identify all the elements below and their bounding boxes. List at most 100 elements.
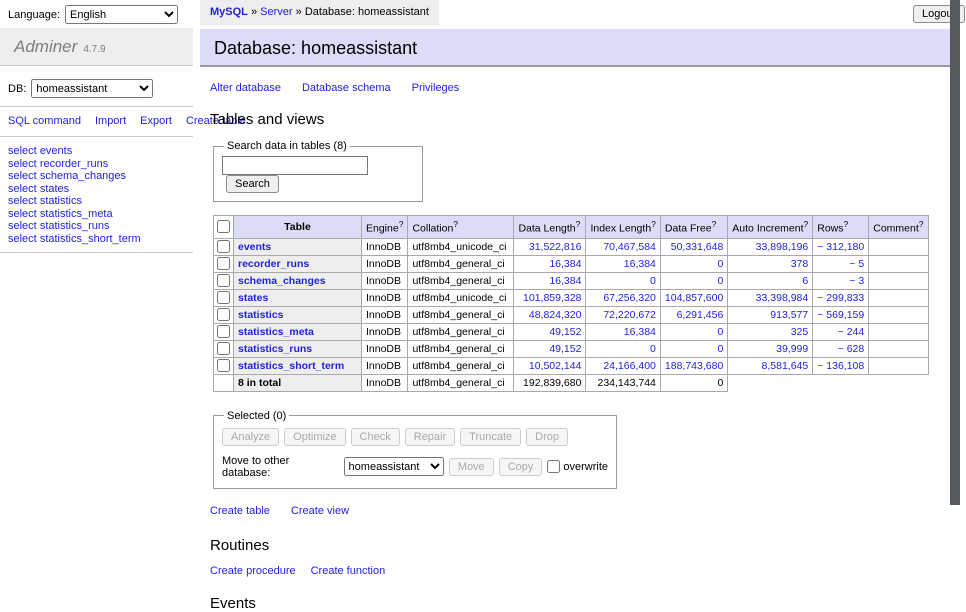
help-icon[interactable]: ? bbox=[712, 219, 717, 229]
help-icon[interactable]: ? bbox=[844, 219, 849, 229]
select-link-statistics-meta[interactable]: select bbox=[8, 208, 37, 220]
table-name-link-recorder-runs[interactable]: recorder_runs bbox=[238, 258, 309, 270]
row-checkbox[interactable] bbox=[217, 342, 230, 355]
index-length-link[interactable]: 67,256,320 bbox=[603, 292, 656, 304]
table-link-schema-changes[interactable]: schema_changes bbox=[40, 170, 126, 182]
move-db-select[interactable]: homeassistant bbox=[344, 457, 444, 476]
row-checkbox[interactable] bbox=[217, 325, 230, 338]
truncate-button[interactable]: Truncate bbox=[460, 428, 521, 446]
search-button[interactable]: Search bbox=[226, 175, 279, 193]
row-checkbox[interactable] bbox=[217, 359, 230, 372]
overwrite-checkbox[interactable] bbox=[547, 460, 560, 473]
data-length-link[interactable]: 16,384 bbox=[549, 258, 581, 270]
help-icon[interactable]: ? bbox=[576, 219, 581, 229]
data-length-link[interactable]: 16,384 bbox=[549, 275, 581, 287]
rows-link[interactable]: ~ 569,159 bbox=[817, 309, 864, 321]
help-icon[interactable]: ? bbox=[919, 219, 924, 229]
data-free-link[interactable]: 6,291,456 bbox=[677, 309, 724, 321]
create-view-link[interactable]: Create view bbox=[291, 505, 349, 517]
row-checkbox[interactable] bbox=[217, 308, 230, 321]
data-length-link[interactable]: 31,522,816 bbox=[529, 241, 582, 253]
repair-button[interactable]: Repair bbox=[405, 428, 455, 446]
row-checkbox[interactable] bbox=[217, 291, 230, 304]
language-select[interactable]: English bbox=[65, 5, 178, 24]
breadcrumb-server-link[interactable]: Server bbox=[260, 6, 292, 18]
create-procedure-link[interactable]: Create procedure bbox=[210, 565, 296, 577]
row-checkbox[interactable] bbox=[217, 240, 230, 253]
drop-button[interactable]: Drop bbox=[526, 428, 568, 446]
index-length-link[interactable]: 16,384 bbox=[624, 326, 656, 338]
auto-increment-link[interactable]: 33,898,196 bbox=[756, 241, 809, 253]
rows-link[interactable]: ~ 5 bbox=[849, 258, 864, 270]
auto-increment-link[interactable]: 33,398,984 bbox=[756, 292, 809, 304]
alter-database-link[interactable]: Alter database bbox=[210, 82, 281, 94]
table-name-link-statistics-short-term[interactable]: statistics_short_term bbox=[238, 360, 344, 372]
table-link-statistics[interactable]: statistics bbox=[40, 195, 82, 207]
row-checkbox[interactable] bbox=[217, 274, 230, 287]
select-link-schema-changes[interactable]: select bbox=[8, 170, 37, 182]
data-free-link[interactable]: 0 bbox=[717, 343, 723, 355]
rows-link[interactable]: ~ 244 bbox=[838, 326, 865, 338]
select-link-statistics-runs[interactable]: select bbox=[8, 220, 37, 232]
table-name-link-statistics-meta[interactable]: statistics_meta bbox=[238, 326, 314, 338]
optimize-button[interactable]: Optimize bbox=[284, 428, 345, 446]
analyze-button[interactable]: Analyze bbox=[222, 428, 279, 446]
create-table-link[interactable]: Create table bbox=[210, 505, 270, 517]
data-free-link[interactable]: 0 bbox=[717, 326, 723, 338]
index-length-link[interactable]: 0 bbox=[650, 343, 656, 355]
table-link-statistics-runs[interactable]: statistics_runs bbox=[40, 220, 110, 232]
help-icon[interactable]: ? bbox=[651, 219, 656, 229]
table-name-link-schema-changes[interactable]: schema_changes bbox=[238, 275, 326, 287]
auto-increment-link[interactable]: 378 bbox=[791, 258, 809, 270]
rows-link[interactable]: ~ 299,833 bbox=[817, 292, 864, 304]
table-link-statistics-meta[interactable]: statistics_meta bbox=[40, 208, 113, 220]
sidebar-action-export[interactable]: Export bbox=[140, 115, 172, 127]
breadcrumb-mysql-link[interactable]: MySQL bbox=[210, 6, 248, 18]
db-select[interactable]: homeassistant bbox=[31, 79, 153, 98]
rows-link[interactable]: ~ 628 bbox=[838, 343, 865, 355]
auto-increment-link[interactable]: 325 bbox=[791, 326, 809, 338]
index-length-link[interactable]: 0 bbox=[650, 275, 656, 287]
table-link-events[interactable]: events bbox=[40, 145, 72, 157]
data-free-link[interactable]: 188,743,680 bbox=[665, 360, 723, 372]
rows-link[interactable]: ~ 3 bbox=[849, 275, 864, 287]
table-link-recorder-runs[interactable]: recorder_runs bbox=[40, 158, 108, 170]
help-icon[interactable]: ? bbox=[804, 219, 809, 229]
select-link-statistics[interactable]: select bbox=[8, 195, 37, 207]
data-free-link[interactable]: 104,857,600 bbox=[665, 292, 723, 304]
search-input[interactable] bbox=[222, 156, 368, 175]
adminer-logo[interactable]: Adminer bbox=[14, 37, 77, 57]
help-icon[interactable]: ? bbox=[453, 219, 458, 229]
select-link-events[interactable]: select bbox=[8, 145, 37, 157]
index-length-link[interactable]: 16,384 bbox=[624, 258, 656, 270]
create-function-link[interactable]: Create function bbox=[311, 565, 386, 577]
rows-link[interactable]: ~ 136,108 bbox=[817, 360, 864, 372]
index-length-link[interactable]: 70,467,584 bbox=[603, 241, 656, 253]
data-length-link[interactable]: 48,824,320 bbox=[529, 309, 582, 321]
copy-button[interactable]: Copy bbox=[499, 458, 543, 476]
table-name-link-events[interactable]: events bbox=[238, 241, 271, 253]
sidebar-action-import[interactable]: Import bbox=[95, 115, 126, 127]
data-length-link[interactable]: 49,152 bbox=[549, 343, 581, 355]
table-link-states[interactable]: states bbox=[40, 183, 69, 195]
auto-increment-link[interactable]: 39,999 bbox=[776, 343, 808, 355]
select-all-checkbox[interactable] bbox=[217, 220, 230, 233]
data-free-link[interactable]: 50,331,648 bbox=[671, 241, 724, 253]
data-free-link[interactable]: 0 bbox=[717, 275, 723, 287]
move-button[interactable]: Move bbox=[449, 458, 494, 476]
table-name-link-states[interactable]: states bbox=[238, 292, 268, 304]
data-length-link[interactable]: 101,859,328 bbox=[523, 292, 581, 304]
database-schema-link[interactable]: Database schema bbox=[302, 82, 391, 94]
help-icon[interactable]: ? bbox=[399, 219, 404, 229]
row-checkbox[interactable] bbox=[217, 257, 230, 270]
privileges-link[interactable]: Privileges bbox=[412, 82, 460, 94]
auto-increment-link[interactable]: 6 bbox=[802, 275, 808, 287]
table-link-statistics-short-term[interactable]: statistics_short_term bbox=[40, 233, 141, 245]
data-length-link[interactable]: 10,502,144 bbox=[529, 360, 582, 372]
index-length-link[interactable]: 72,220,672 bbox=[603, 309, 656, 321]
auto-increment-link[interactable]: 913,577 bbox=[770, 309, 808, 321]
select-link-recorder-runs[interactable]: select bbox=[8, 158, 37, 170]
data-length-link[interactable]: 49,152 bbox=[549, 326, 581, 338]
select-link-states[interactable]: select bbox=[8, 183, 37, 195]
auto-increment-link[interactable]: 8,581,645 bbox=[762, 360, 809, 372]
